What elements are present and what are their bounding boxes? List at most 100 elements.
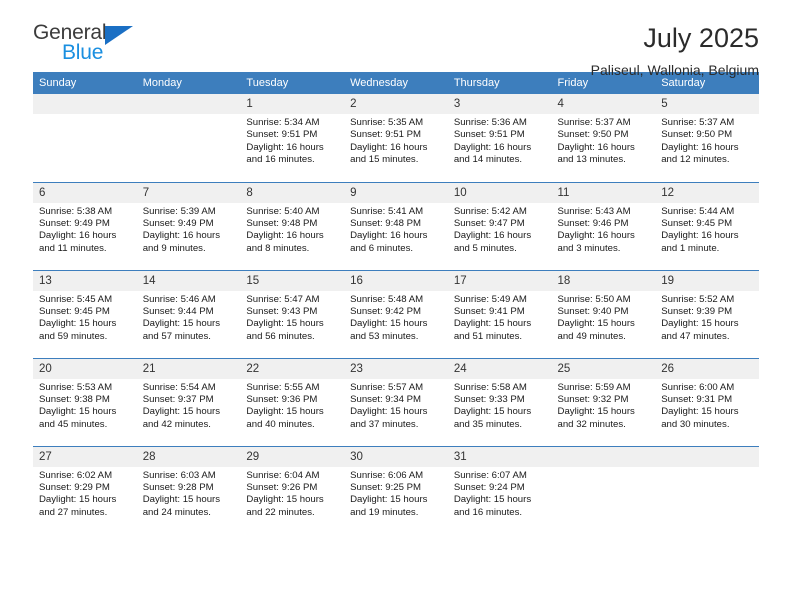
sunrise-text: Sunrise: 5:47 AM (246, 293, 320, 305)
calendar-day-cell[interactable]: 26 Sunrise: 6:00 AM Sunset: 9:31 PM Dayligh… (655, 357, 759, 446)
sunset-text: Sunset: 9:47 PM (453, 217, 525, 229)
calendar-day-cell[interactable]: 29 Sunrise: 6:04 AM Sunset: 9:26 PM Dayligh… (240, 445, 345, 534)
day-details: Sunrise: 5:54 AM Sunset: 9:37 PM Daylight:… (137, 379, 241, 432)
daylight-text-cont: and 16 minutes. (246, 154, 315, 166)
daylight-text-cont: and 51 minutes. (453, 330, 523, 342)
day-number: 4 (551, 94, 656, 114)
calendar-day-cell[interactable]: 5 Sunrise: 5:37 AM Sunset: 9:50 PM Daylight… (655, 94, 759, 182)
day-details: Sunrise: 5:43 AM Sunset: 9:46 PM Daylight:… (552, 203, 656, 256)
calendar-day-cell[interactable]: 31 Sunrise: 6:07 AM Sunset: 9:24 PM Dayligh… (447, 445, 552, 534)
sunrise-text: Sunrise: 5:41 AM (350, 205, 424, 217)
sunset-text: Sunset: 9:29 PM (39, 481, 110, 493)
daylight-text: Daylight: 16 hours (453, 141, 532, 153)
calendar-day-cell-empty (136, 94, 241, 182)
sunset-text: Sunset: 9:26 PM (246, 481, 318, 493)
sunset-text: Sunset: 9:44 PM (142, 305, 214, 317)
sunrise-text: Sunrise: 6:07 AM (453, 469, 527, 481)
calendar-day-cell[interactable]: 15 Sunrise: 5:47 AM Sunset: 9:43 PM Dayligh… (240, 269, 345, 358)
sunset-text: Sunset: 9:51 PM (350, 129, 422, 141)
calendar-day-cell[interactable]: 11 Sunrise: 5:43 AM Sunset: 9:46 PM Dayligh… (551, 181, 656, 270)
sunset-text: Sunset: 9:33 PM (453, 393, 525, 405)
daylight-text: Daylight: 15 hours (661, 406, 739, 418)
sunrise-text: Sunrise: 5:35 AM (350, 117, 424, 128)
daylight-text-cont: and 19 minutes. (350, 506, 419, 518)
calendar-day-cell[interactable]: 3 Sunrise: 5:36 AM Sunset: 9:51 PM Daylight… (447, 94, 552, 182)
day-number: 19 (655, 270, 759, 291)
day-details: Sunrise: 5:50 AM Sunset: 9:40 PM Daylight:… (552, 291, 656, 344)
calendar-day-cell[interactable]: 30 Sunrise: 6:06 AM Sunset: 9:25 PM Dayligh… (344, 445, 448, 534)
day-details: Sunrise: 5:37 AM Sunset: 9:50 PM Daylight:… (655, 114, 759, 167)
daylight-text-cont: and 11 minutes. (39, 242, 107, 254)
calendar-day-cell[interactable]: 16 Sunrise: 5:48 AM Sunset: 9:42 PM Dayligh… (344, 269, 448, 358)
calendar-day-cell[interactable]: 22 Sunrise: 5:55 AM Sunset: 9:36 PM Dayligh… (240, 357, 345, 446)
day-number: 23 (344, 358, 448, 379)
day-number: 25 (551, 358, 656, 379)
sunset-text: Sunset: 9:25 PM (350, 481, 422, 493)
calendar-day-cell[interactable]: 17 Sunrise: 5:49 AM Sunset: 9:41 PM Dayligh… (447, 269, 552, 358)
daylight-text-cont: and 30 minutes. (661, 418, 730, 430)
calendar-day-cell-empty (551, 445, 656, 534)
day-number: 26 (655, 358, 759, 379)
daylight-text: Daylight: 16 hours (246, 141, 324, 153)
day-details: Sunrise: 6:03 AM Sunset: 9:28 PM Daylight:… (137, 467, 241, 520)
calendar-day-cell[interactable]: 27 Sunrise: 6:02 AM Sunset: 9:29 PM Dayligh… (33, 445, 137, 534)
calendar-day-cell[interactable]: 28 Sunrise: 6:03 AM Sunset: 9:28 PM Dayligh… (136, 445, 241, 534)
daylight-text-cont: and 49 minutes. (557, 330, 626, 342)
daylight-text-cont: and 16 minutes. (453, 506, 523, 518)
sunrise-text: Sunrise: 6:04 AM (246, 469, 320, 481)
daylight-text: Daylight: 15 hours (246, 406, 324, 418)
day-number: 5 (655, 94, 759, 114)
calendar-day-cell[interactable]: 10 Sunrise: 5:42 AM Sunset: 9:47 PM Dayligh… (447, 181, 552, 270)
day-details: Sunrise: 6:02 AM Sunset: 9:29 PM Daylight:… (33, 467, 137, 520)
daylight-text: Daylight: 16 hours (142, 230, 221, 242)
daylight-text: Daylight: 16 hours (350, 230, 428, 242)
calendar-day-cell[interactable]: 2 Sunrise: 5:35 AM Sunset: 9:51 PM Daylight… (344, 94, 448, 182)
calendar-day-cell[interactable]: 23 Sunrise: 5:57 AM Sunset: 9:34 PM Dayligh… (344, 357, 448, 446)
calendar-day-cell[interactable]: 18 Sunrise: 5:50 AM Sunset: 9:40 PM Dayligh… (551, 269, 656, 358)
sunrise-text: Sunrise: 5:44 AM (661, 205, 735, 217)
daylight-text: Daylight: 16 hours (661, 230, 739, 242)
calendar-day-cell[interactable]: 24 Sunrise: 5:58 AM Sunset: 9:33 PM Dayligh… (447, 357, 552, 446)
calendar-day-cell[interactable]: 4 Sunrise: 5:37 AM Sunset: 9:50 PM Daylight… (551, 94, 656, 182)
daylight-text-cont: and 13 minutes. (557, 154, 626, 166)
day-details: Sunrise: 5:40 AM Sunset: 9:48 PM Daylight:… (240, 203, 344, 256)
day-number (136, 94, 241, 114)
sunrise-text: Sunrise: 5:49 AM (453, 293, 527, 305)
sunset-text: Sunset: 9:41 PM (453, 305, 525, 317)
daylight-text-cont: and 37 minutes. (350, 418, 419, 430)
calendar-day-cell[interactable]: 19 Sunrise: 5:52 AM Sunset: 9:39 PM Dayligh… (655, 269, 759, 358)
generalblue-logo[interactable]: General Blue (33, 22, 153, 70)
calendar-day-cell[interactable]: 13 Sunrise: 5:45 AM Sunset: 9:45 PM Dayligh… (33, 269, 137, 358)
daylight-text: Daylight: 15 hours (557, 406, 635, 418)
day-details: Sunrise: 6:07 AM Sunset: 9:24 PM Daylight:… (448, 467, 552, 520)
weekday-header-thursday: Thursday (447, 72, 552, 94)
sunrise-text: Sunrise: 5:37 AM (557, 117, 631, 128)
weekday-header-wednesday: Wednesday (344, 72, 448, 94)
day-number: 20 (33, 358, 137, 379)
sunset-text: Sunset: 9:45 PM (661, 217, 733, 229)
weekday-header-monday: Monday (136, 72, 241, 94)
day-number: 1 (240, 94, 345, 114)
day-details: Sunrise: 5:35 AM Sunset: 9:51 PM Daylight:… (344, 114, 448, 167)
daylight-text-cont: and 22 minutes. (246, 506, 315, 518)
calendar-day-cell[interactable]: 21 Sunrise: 5:54 AM Sunset: 9:37 PM Dayligh… (136, 357, 241, 446)
calendar-day-cell[interactable]: 8 Sunrise: 5:40 AM Sunset: 9:48 PM Daylight… (240, 181, 345, 270)
daylight-text-cont: and 27 minutes. (39, 506, 108, 518)
calendar-day-cell[interactable]: 12 Sunrise: 5:44 AM Sunset: 9:45 PM Dayligh… (655, 181, 759, 270)
day-number: 14 (136, 270, 241, 291)
daylight-text: Daylight: 15 hours (142, 494, 221, 506)
daylight-text: Daylight: 15 hours (350, 318, 428, 330)
day-number: 29 (240, 446, 345, 467)
calendar-day-cell[interactable]: 7 Sunrise: 5:39 AM Sunset: 9:49 PM Daylight… (136, 181, 241, 270)
calendar-day-cell[interactable]: 6 Sunrise: 5:38 AM Sunset: 9:49 PM Daylight… (33, 181, 137, 270)
daylight-text: Daylight: 15 hours (453, 318, 532, 330)
sunset-text: Sunset: 9:28 PM (142, 481, 214, 493)
calendar-day-cell[interactable]: 14 Sunrise: 5:46 AM Sunset: 9:44 PM Dayligh… (136, 269, 241, 358)
daylight-text-cont: and 40 minutes. (246, 418, 315, 430)
calendar-day-cell[interactable]: 9 Sunrise: 5:41 AM Sunset: 9:48 PM Daylight… (344, 181, 448, 270)
calendar-day-cell[interactable]: 1 Sunrise: 5:34 AM Sunset: 9:51 PM Daylight… (240, 94, 345, 182)
calendar-day-cell[interactable]: 20 Sunrise: 5:53 AM Sunset: 9:38 PM Dayligh… (33, 357, 137, 446)
calendar-day-cell[interactable]: 25 Sunrise: 5:59 AM Sunset: 9:32 PM Dayligh… (551, 357, 656, 446)
sunset-text: Sunset: 9:49 PM (142, 217, 214, 229)
sunrise-text: Sunrise: 5:55 AM (246, 381, 320, 393)
